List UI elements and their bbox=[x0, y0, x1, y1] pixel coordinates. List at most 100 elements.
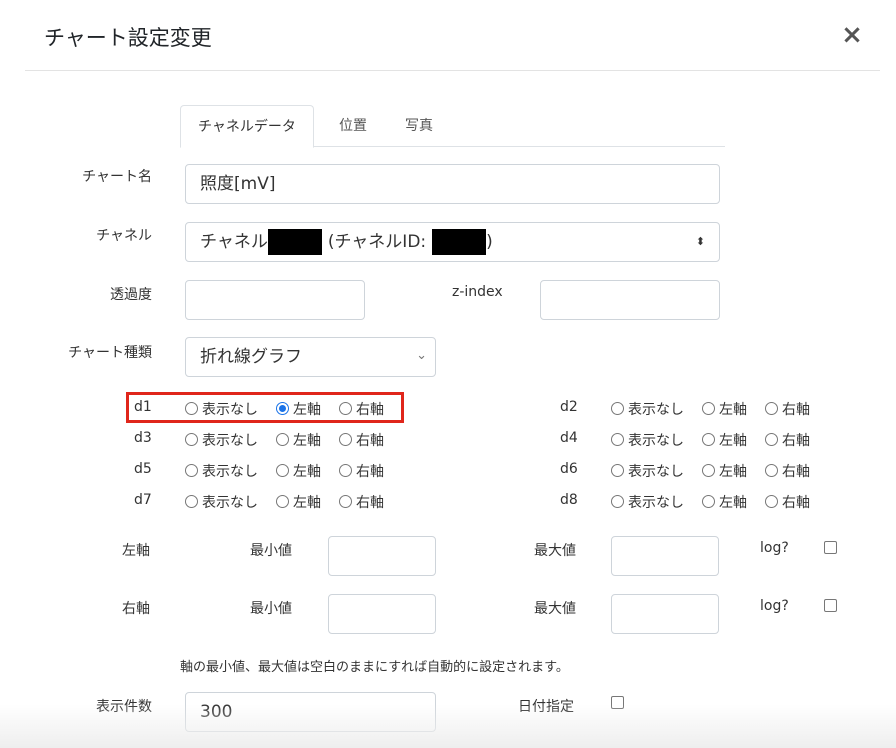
radio-circle bbox=[339, 464, 352, 477]
series-label-d8: d8 bbox=[560, 492, 578, 508]
date-spec-label: 日付指定 bbox=[518, 699, 574, 715]
radio-circle bbox=[185, 464, 198, 477]
left-axis-max-input[interactable] bbox=[611, 536, 719, 576]
radio-label: 左軸 bbox=[293, 464, 321, 480]
radio-d1-none[interactable]: 表示なし bbox=[185, 399, 258, 419]
radio-d4-left[interactable]: 左軸 bbox=[702, 430, 747, 450]
display-count-input[interactable]: 300 bbox=[185, 692, 436, 732]
radio-group-d3: 表示なし 左軸 右軸 bbox=[185, 430, 405, 450]
radio-d2-none[interactable]: 表示なし bbox=[611, 399, 684, 419]
radio-d5-none[interactable]: 表示なし bbox=[185, 461, 258, 481]
left-axis-log-label: log? bbox=[760, 540, 789, 556]
radio-circle bbox=[611, 495, 624, 508]
series-label-d7: d7 bbox=[134, 492, 152, 508]
radio-label: 右軸 bbox=[356, 464, 384, 480]
tab-channel-data[interactable]: チャネルデータ bbox=[180, 105, 314, 148]
radio-label: 左軸 bbox=[293, 402, 321, 418]
right-axis-log-label: log? bbox=[760, 598, 789, 614]
radio-d2-right[interactable]: 右軸 bbox=[765, 399, 810, 419]
radio-circle bbox=[339, 433, 352, 446]
date-spec-checkbox[interactable] bbox=[611, 696, 624, 709]
radio-d3-left[interactable]: 左軸 bbox=[276, 430, 321, 450]
radio-d4-none[interactable]: 表示なし bbox=[611, 430, 684, 450]
channel-label: チャネル bbox=[96, 228, 152, 244]
channel-select[interactable]: チャネル (チャネルID:) ⬍ bbox=[185, 222, 720, 262]
radio-circle bbox=[185, 402, 198, 415]
radio-d1-left[interactable]: 左軸 bbox=[276, 399, 321, 419]
channel-prefix: チャネル bbox=[200, 232, 268, 252]
radio-d8-right[interactable]: 右軸 bbox=[765, 492, 810, 512]
channel-id-label: (チャネルID: bbox=[327, 232, 427, 252]
radio-label: 表示なし bbox=[202, 464, 258, 480]
radio-label: 右軸 bbox=[356, 495, 384, 511]
radio-group-d4: 表示なし 左軸 右軸 bbox=[611, 430, 831, 450]
right-axis-log-checkbox[interactable] bbox=[824, 599, 837, 612]
radio-label: 右軸 bbox=[782, 464, 810, 480]
left-axis-min-label: 最小値 bbox=[250, 543, 292, 559]
opacity-input[interactable] bbox=[185, 280, 365, 320]
chart-type-value: 折れ線グラフ bbox=[200, 347, 302, 367]
tab-photo[interactable]: 写真 bbox=[405, 105, 433, 147]
radio-group-d1: 表示なし 左軸 右軸 bbox=[185, 399, 405, 419]
radio-circle bbox=[276, 464, 289, 477]
modal-header: チャート設定変更 × bbox=[0, 0, 896, 72]
left-axis-min-input[interactable] bbox=[328, 536, 436, 576]
radio-d7-right[interactable]: 右軸 bbox=[339, 492, 384, 512]
radio-group-d6: 表示なし 左軸 右軸 bbox=[611, 461, 831, 481]
series-label-d3: d3 bbox=[134, 430, 152, 446]
radio-circle bbox=[702, 495, 715, 508]
radio-d8-none[interactable]: 表示なし bbox=[611, 492, 684, 512]
radio-circle bbox=[185, 433, 198, 446]
radio-label: 右軸 bbox=[782, 402, 810, 418]
tab-position[interactable]: 位置 bbox=[339, 105, 367, 147]
radio-d1-right[interactable]: 右軸 bbox=[339, 399, 384, 419]
series-label-d2: d2 bbox=[560, 399, 578, 415]
chart-name-label: チャート名 bbox=[82, 169, 152, 185]
series-label-d1: d1 bbox=[134, 399, 152, 415]
left-axis-log-checkbox[interactable] bbox=[824, 541, 837, 554]
zindex-input[interactable] bbox=[540, 280, 720, 320]
chevron-down-icon: ⌄ bbox=[416, 348, 427, 363]
right-axis-max-label: 最大値 bbox=[534, 601, 576, 617]
close-icon[interactable]: × bbox=[838, 20, 866, 50]
radio-d7-left[interactable]: 左軸 bbox=[276, 492, 321, 512]
radio-label: 左軸 bbox=[293, 495, 321, 511]
radio-d5-left[interactable]: 左軸 bbox=[276, 461, 321, 481]
radio-label: 左軸 bbox=[719, 495, 747, 511]
radio-d8-left[interactable]: 左軸 bbox=[702, 492, 747, 512]
right-axis-label: 右軸 bbox=[122, 601, 150, 617]
radio-d6-none[interactable]: 表示なし bbox=[611, 461, 684, 481]
radio-circle bbox=[702, 433, 715, 446]
radio-circle bbox=[702, 464, 715, 477]
radio-circle bbox=[276, 495, 289, 508]
radio-circle bbox=[339, 495, 352, 508]
radio-d6-right[interactable]: 右軸 bbox=[765, 461, 810, 481]
radio-label: 表示なし bbox=[628, 433, 684, 449]
radio-d3-none[interactable]: 表示なし bbox=[185, 430, 258, 450]
opacity-label: 透過度 bbox=[110, 287, 152, 303]
series-label-d4: d4 bbox=[560, 430, 578, 446]
radio-circle bbox=[185, 495, 198, 508]
radio-d2-left[interactable]: 左軸 bbox=[702, 399, 747, 419]
radio-label: 右軸 bbox=[782, 495, 810, 511]
radio-d7-none[interactable]: 表示なし bbox=[185, 492, 258, 512]
right-axis-max-input[interactable] bbox=[611, 594, 719, 634]
radio-group-d2: 表示なし 左軸 右軸 bbox=[611, 399, 831, 419]
radio-d5-right[interactable]: 右軸 bbox=[339, 461, 384, 481]
chart-type-select[interactable]: 折れ線グラフ ⌄ bbox=[185, 337, 436, 377]
right-axis-min-input[interactable] bbox=[328, 594, 436, 634]
radio-label: 表示なし bbox=[202, 433, 258, 449]
radio-circle bbox=[611, 433, 624, 446]
radio-label: 左軸 bbox=[719, 433, 747, 449]
modal-title: チャート設定変更 bbox=[44, 26, 212, 50]
redacted-block bbox=[432, 229, 487, 255]
radio-d4-right[interactable]: 右軸 bbox=[765, 430, 810, 450]
radio-label: 表示なし bbox=[628, 495, 684, 511]
radio-circle bbox=[765, 433, 778, 446]
radio-label: 左軸 bbox=[293, 433, 321, 449]
series-label-d5: d5 bbox=[134, 461, 152, 477]
radio-label: 表示なし bbox=[202, 402, 258, 418]
radio-d3-right[interactable]: 右軸 bbox=[339, 430, 384, 450]
radio-d6-left[interactable]: 左軸 bbox=[702, 461, 747, 481]
chart-name-input[interactable]: 照度[mV] bbox=[185, 164, 720, 204]
